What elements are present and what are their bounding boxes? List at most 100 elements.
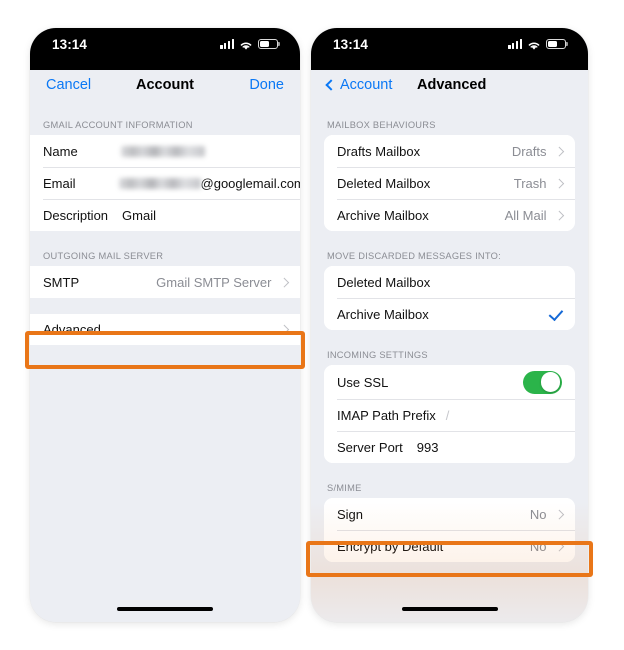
section-header-smime: S/MIME — [327, 483, 362, 493]
battery-icon — [546, 38, 566, 49]
screen-right: Account Advanced MAILBOX BEHAVIOURS Draf… — [311, 70, 588, 622]
advanced-sheet: Account Advanced MAILBOX BEHAVIOURS Draf… — [311, 70, 588, 622]
row-smtp[interactable]: SMTP Gmail SMTP Server — [30, 266, 300, 298]
row-label-discard-deleted-mailbox: Deleted Mailbox — [337, 274, 431, 290]
row-value-drafts-mailbox: Drafts — [511, 143, 547, 159]
row-label-imap-path-prefix: IMAP Path Prefix — [337, 407, 436, 423]
wifi-icon — [527, 38, 541, 50]
row-use-ssl[interactable]: Use SSL — [324, 365, 575, 399]
row-label-drafts-mailbox: Drafts Mailbox — [337, 143, 421, 159]
row-value-description: Gmail — [122, 207, 156, 223]
wifi-icon — [239, 38, 253, 50]
cellular-signal-icon — [220, 39, 234, 49]
row-value-sign: No — [529, 506, 547, 522]
row-imap-path-prefix[interactable]: IMAP Path Prefix / — [324, 399, 575, 431]
row-value-encrypt-by-default: No — [529, 538, 547, 554]
row-email[interactable]: Email @googlemail.com — [30, 167, 300, 199]
chevron-right-icon — [279, 277, 289, 287]
row-label-deleted-mailbox: Deleted Mailbox — [337, 175, 431, 191]
phone-left-account-screen: 13:14 Cancel Account Done GMAIL ACCOUNT … — [30, 28, 300, 622]
row-sign[interactable]: Sign No — [324, 498, 575, 530]
chevron-left-icon — [325, 78, 337, 91]
email-domain: @googlemail.com — [200, 175, 300, 191]
back-button-account[interactable]: Account — [325, 77, 393, 93]
home-indicator — [117, 606, 213, 611]
done-button[interactable]: Done — [249, 77, 284, 93]
row-discard-deleted-mailbox[interactable]: Deleted Mailbox — [324, 266, 575, 298]
status-bar-left: 13:14 — [30, 28, 300, 70]
status-time: 13:14 — [333, 37, 369, 52]
row-label-name: Name — [43, 143, 78, 159]
row-label-encrypt-by-default: Encrypt by Default — [337, 538, 444, 554]
row-server-port[interactable]: Server Port 993 — [324, 431, 575, 463]
back-button-label: Account — [340, 77, 393, 93]
status-time: 13:14 — [52, 37, 88, 52]
redacted-name-value — [120, 145, 205, 157]
status-bar-right: 13:14 — [311, 28, 588, 70]
row-label-discard-archive-mailbox: Archive Mailbox — [337, 306, 429, 322]
chevron-right-icon — [554, 146, 564, 156]
section-header-gmail-account-information: GMAIL ACCOUNT INFORMATION — [43, 120, 193, 130]
group-gmail-account-information: Name Email @googlemail.com Description G… — [30, 135, 300, 231]
row-description[interactable]: Description Gmail — [30, 199, 300, 231]
group-outgoing-mail-server: SMTP Gmail SMTP Server — [30, 266, 300, 298]
row-name[interactable]: Name — [30, 135, 300, 167]
navbar-account: Cancel Account Done — [30, 70, 300, 108]
status-icons — [220, 38, 278, 50]
chevron-right-icon — [554, 178, 564, 188]
row-label-description: Description — [43, 207, 109, 223]
row-label-smtp: SMTP — [43, 274, 80, 290]
group-advanced: Advanced — [30, 314, 300, 345]
chevron-right-icon — [279, 324, 289, 335]
status-icons — [508, 38, 566, 50]
row-value-imap-path-prefix: / — [445, 407, 450, 423]
row-label-archive-mailbox: Archive Mailbox — [337, 207, 429, 223]
modal-sheet-account: Cancel Account Done GMAIL ACCOUNT INFORM… — [30, 70, 300, 622]
checkmark-icon — [548, 307, 562, 321]
row-advanced[interactable]: Advanced — [30, 314, 300, 345]
battery-icon — [258, 38, 278, 49]
cancel-button[interactable]: Cancel — [46, 77, 91, 93]
cellular-signal-icon — [508, 39, 522, 49]
row-discard-archive-mailbox[interactable]: Archive Mailbox — [324, 298, 575, 330]
navbar-advanced: Account Advanced — [311, 70, 588, 108]
row-archive-mailbox[interactable]: Archive Mailbox All Mail — [324, 199, 575, 231]
redacted-email-local-part — [118, 177, 201, 189]
email-value-wrap: @googlemail.com — [76, 176, 300, 191]
section-header-move-discarded-messages: MOVE DISCARDED MESSAGES INTO: — [327, 251, 501, 261]
section-header-outgoing-mail-server: OUTGOING MAIL SERVER — [43, 251, 164, 261]
row-label-email: Email — [43, 175, 76, 191]
row-value-smtp: Gmail SMTP Server — [156, 274, 272, 290]
row-value-server-port: 993 — [416, 439, 439, 455]
home-indicator — [401, 606, 498, 611]
phone-right-advanced-screen: 13:14 Account Advanced MAILBOX BEHAVIOUR… — [311, 28, 588, 622]
row-label-server-port: Server Port — [337, 439, 403, 455]
section-header-incoming-settings: INCOMING SETTINGS — [327, 350, 428, 360]
screenshot-canvas: 13:14 Cancel Account Done GMAIL ACCOUNT … — [0, 0, 624, 650]
chevron-right-icon — [554, 210, 564, 220]
use-ssl-toggle[interactable] — [523, 370, 562, 394]
group-move-discarded-messages: Deleted Mailbox Archive Mailbox — [324, 266, 575, 330]
group-mailbox-behaviours: Drafts Mailbox Drafts Deleted Mailbox Tr… — [324, 135, 575, 231]
toggle-knob — [540, 372, 561, 392]
row-encrypt-by-default[interactable]: Encrypt by Default No — [324, 530, 575, 562]
chevron-right-icon — [554, 509, 564, 519]
row-label-use-ssl: Use SSL — [337, 374, 389, 390]
row-label-sign: Sign — [337, 506, 364, 522]
chevron-right-icon — [554, 541, 564, 551]
row-value-deleted-mailbox: Trash — [513, 175, 547, 191]
row-label-advanced: Advanced — [43, 322, 101, 337]
section-header-mailbox-behaviours: MAILBOX BEHAVIOURS — [327, 120, 436, 130]
row-drafts-mailbox[interactable]: Drafts Mailbox Drafts — [324, 135, 575, 167]
group-smime: Sign No Encrypt by Default No — [324, 498, 575, 562]
row-deleted-mailbox[interactable]: Deleted Mailbox Trash — [324, 167, 575, 199]
screen-left: Cancel Account Done GMAIL ACCOUNT INFORM… — [30, 70, 300, 622]
page-title: Advanced — [417, 77, 487, 93]
